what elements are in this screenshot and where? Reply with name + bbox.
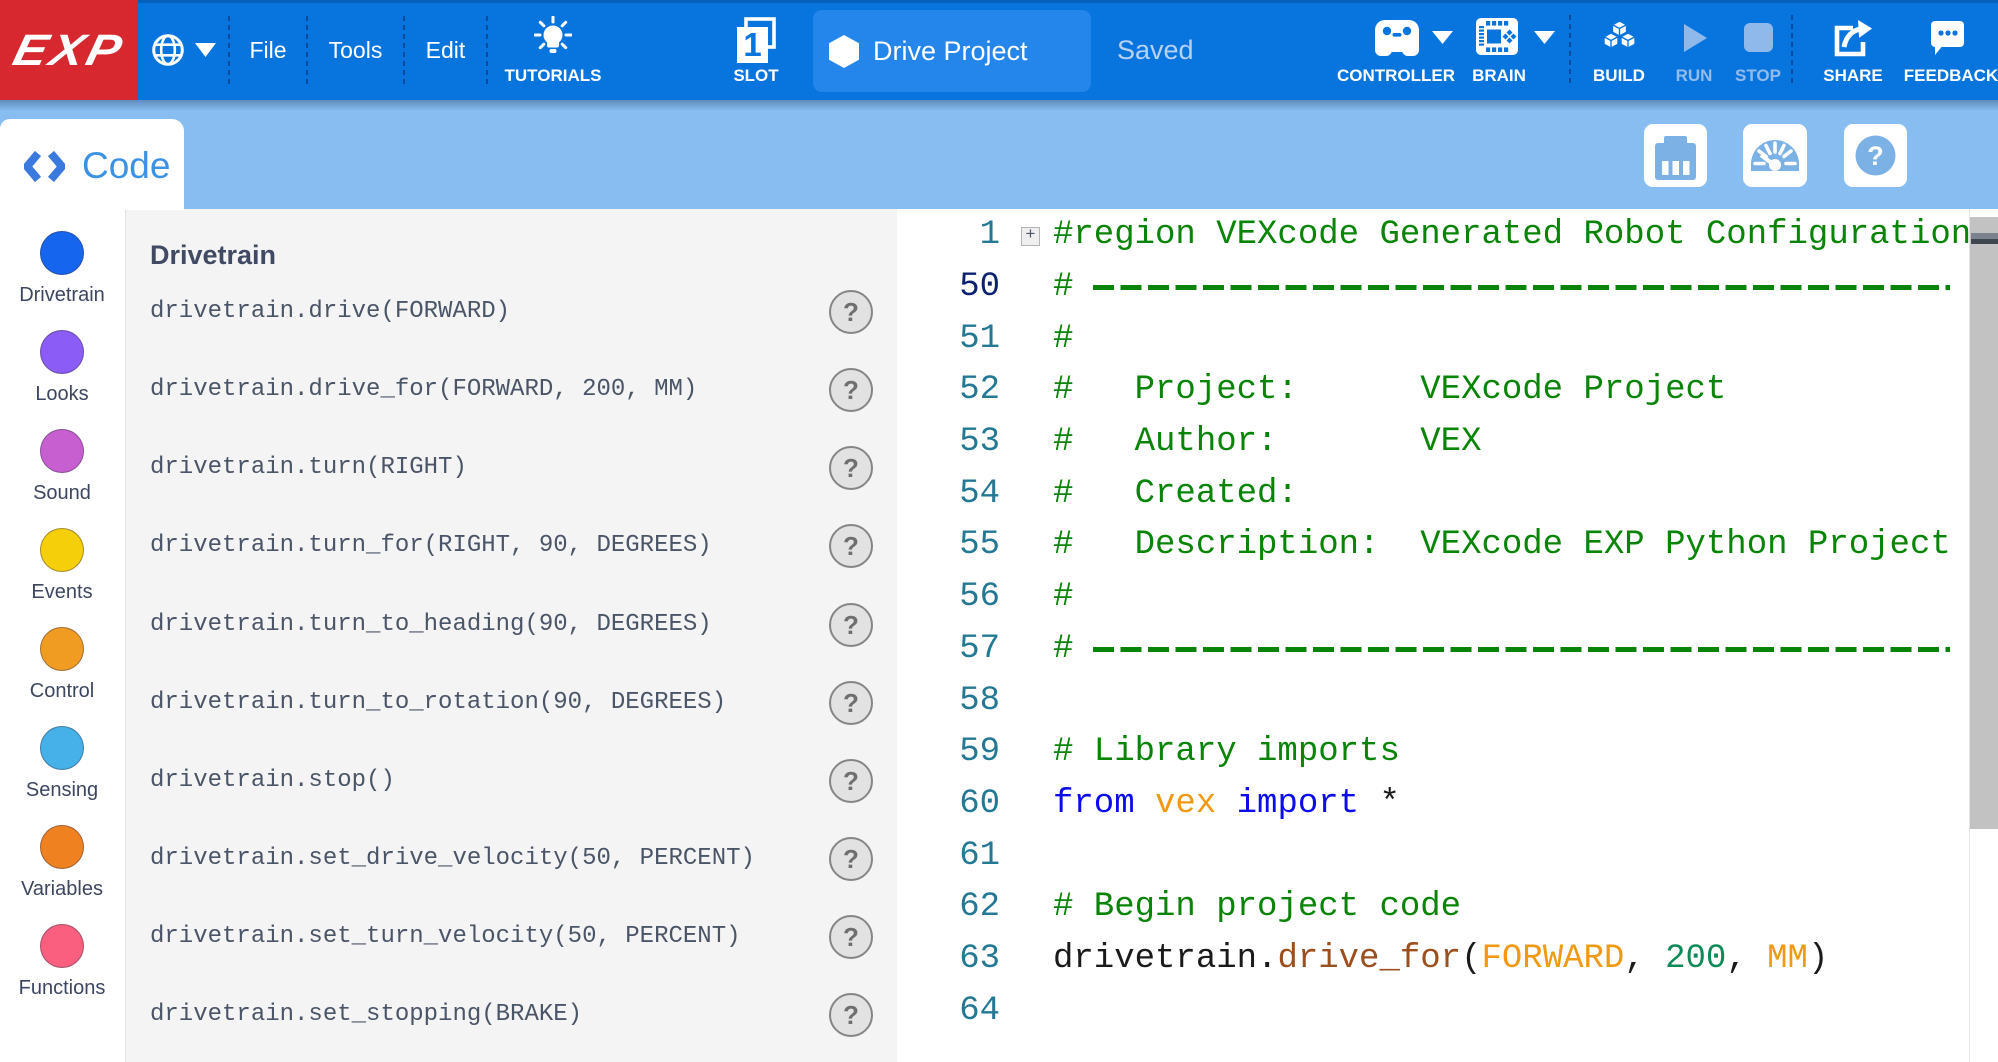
svg-text:?: ?	[1867, 141, 1884, 171]
svg-text:1: 1	[743, 26, 761, 63]
